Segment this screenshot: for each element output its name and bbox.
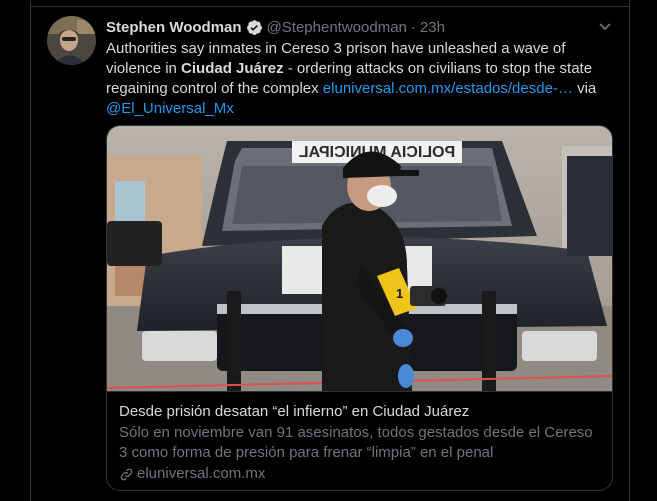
verified-badge-icon (246, 19, 263, 36)
link-icon (120, 468, 133, 480)
marker-number: 1 (396, 286, 403, 301)
card-title[interactable]: Desde prisión desatan “el infierno” en C… (119, 402, 602, 422)
avatar[interactable] (47, 16, 96, 65)
author-name[interactable]: Stephen Woodman (106, 19, 242, 36)
mention-link[interactable]: @El_Universal_Mx (106, 100, 234, 117)
divider (31, 6, 629, 7)
timeline-column: Stephen Woodman @Stephentwoodman · 23h A… (30, 0, 630, 501)
separator-dot: · (410, 18, 416, 36)
tweet-text-via: via (572, 80, 597, 97)
card-domain: eluniversal.com.mx (119, 464, 602, 484)
tweet-text: Authorities say inmates in Cereso 3 pris… (106, 39, 606, 119)
author-handle[interactable]: @Stephentwoodman (267, 19, 407, 36)
card-domain-text: eluniversal.com.mx (137, 465, 266, 482)
link-card[interactable]: POLICIA MUNICIPAL 1 Desde prisión desata… (106, 125, 613, 491)
tweet-link[interactable]: eluniversal.com.mx/estados/desde-… (323, 80, 573, 97)
tweet-header: Stephen Woodman @Stephentwoodman · 23h (106, 17, 445, 37)
chevron-down-icon[interactable] (597, 18, 613, 34)
card-body[interactable]: Desde prisión desatan “el infierno” en C… (107, 391, 612, 490)
tweet-text-bold: Ciudad Juárez (181, 60, 284, 77)
timestamp[interactable]: 23h (420, 19, 445, 36)
card-image[interactable]: POLICIA MUNICIPAL 1 (107, 126, 612, 391)
card-description: Sólo en noviembre van 91 asesinatos, tod… (119, 424, 593, 461)
